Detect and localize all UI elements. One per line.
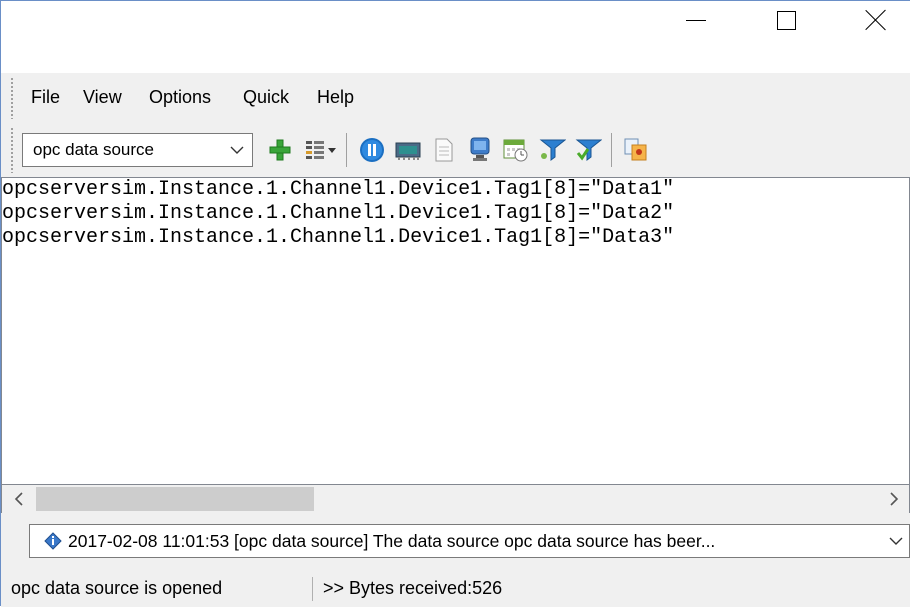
menu-file[interactable]: File bbox=[31, 87, 60, 108]
output-line: opcserversim.Instance.1.Channel1.Device1… bbox=[2, 178, 675, 201]
toolbar-separator bbox=[346, 133, 347, 167]
pause-icon[interactable] bbox=[357, 135, 387, 165]
scroll-thumb[interactable] bbox=[36, 487, 314, 511]
menu-quick[interactable]: Quick bbox=[243, 87, 289, 108]
menu-bar: File View Options Quick Help bbox=[1, 73, 910, 123]
menu-help[interactable]: Help bbox=[317, 87, 354, 108]
log-message: 2017-02-08 11:01:53 [opc data source] Th… bbox=[68, 530, 716, 551]
output-text-area[interactable]: opcserversim.Instance.1.Channel1.Device1… bbox=[1, 177, 910, 485]
log-bar: 2017-02-08 11:01:53 [opc data source] Th… bbox=[1, 513, 910, 569]
scroll-right-button[interactable] bbox=[877, 485, 910, 513]
chevron-down-icon bbox=[222, 146, 252, 154]
menu-view[interactable]: View bbox=[83, 87, 122, 108]
chevron-right-icon bbox=[890, 492, 899, 506]
toolbar-separator bbox=[611, 133, 612, 167]
data-source-select-value: opc data source bbox=[33, 140, 154, 159]
document-icon[interactable] bbox=[429, 135, 459, 165]
status-separator bbox=[312, 577, 313, 601]
log-select[interactable]: 2017-02-08 11:01:53 [opc data source] Th… bbox=[29, 524, 910, 558]
minimize-button[interactable] bbox=[666, 1, 726, 73]
status-bytes: >> Bytes received:526 bbox=[323, 578, 503, 598]
close-button[interactable] bbox=[846, 1, 906, 73]
copy-icon[interactable] bbox=[621, 135, 651, 165]
monitor-icon[interactable] bbox=[465, 135, 495, 165]
info-icon bbox=[30, 532, 62, 550]
filter-icon[interactable] bbox=[537, 135, 567, 165]
toolbar: opc data source bbox=[1, 123, 910, 177]
horizontal-scrollbar[interactable] bbox=[1, 485, 910, 513]
app-window: File View Options Quick Help opc data so… bbox=[0, 0, 910, 607]
title-bar bbox=[1, 1, 910, 73]
chevron-left-icon bbox=[14, 492, 23, 506]
memory-chip-icon[interactable] bbox=[393, 135, 423, 165]
output-line: opcserversim.Instance.1.Channel1.Device1… bbox=[2, 202, 675, 225]
status-bar: opc data source is opened >> Bytes recei… bbox=[1, 569, 910, 607]
scroll-left-button[interactable] bbox=[2, 485, 36, 513]
maximize-button[interactable] bbox=[756, 1, 816, 73]
calendar-icon[interactable] bbox=[501, 135, 531, 165]
menubar-grip[interactable] bbox=[10, 77, 14, 119]
close-icon bbox=[865, 9, 887, 31]
toolbar-grip[interactable] bbox=[10, 127, 14, 173]
output-line: opcserversim.Instance.1.Channel1.Device1… bbox=[2, 226, 675, 249]
data-source-select[interactable]: opc data source bbox=[22, 133, 253, 167]
minimize-icon bbox=[686, 19, 706, 21]
list-options-icon[interactable] bbox=[303, 135, 339, 165]
filter-apply-icon[interactable] bbox=[573, 135, 603, 165]
chevron-down-icon bbox=[883, 537, 909, 545]
maximize-icon bbox=[776, 10, 796, 30]
menu-options[interactable]: Options bbox=[149, 87, 211, 108]
add-icon[interactable] bbox=[265, 135, 295, 165]
status-connection: opc data source is opened bbox=[11, 578, 223, 598]
